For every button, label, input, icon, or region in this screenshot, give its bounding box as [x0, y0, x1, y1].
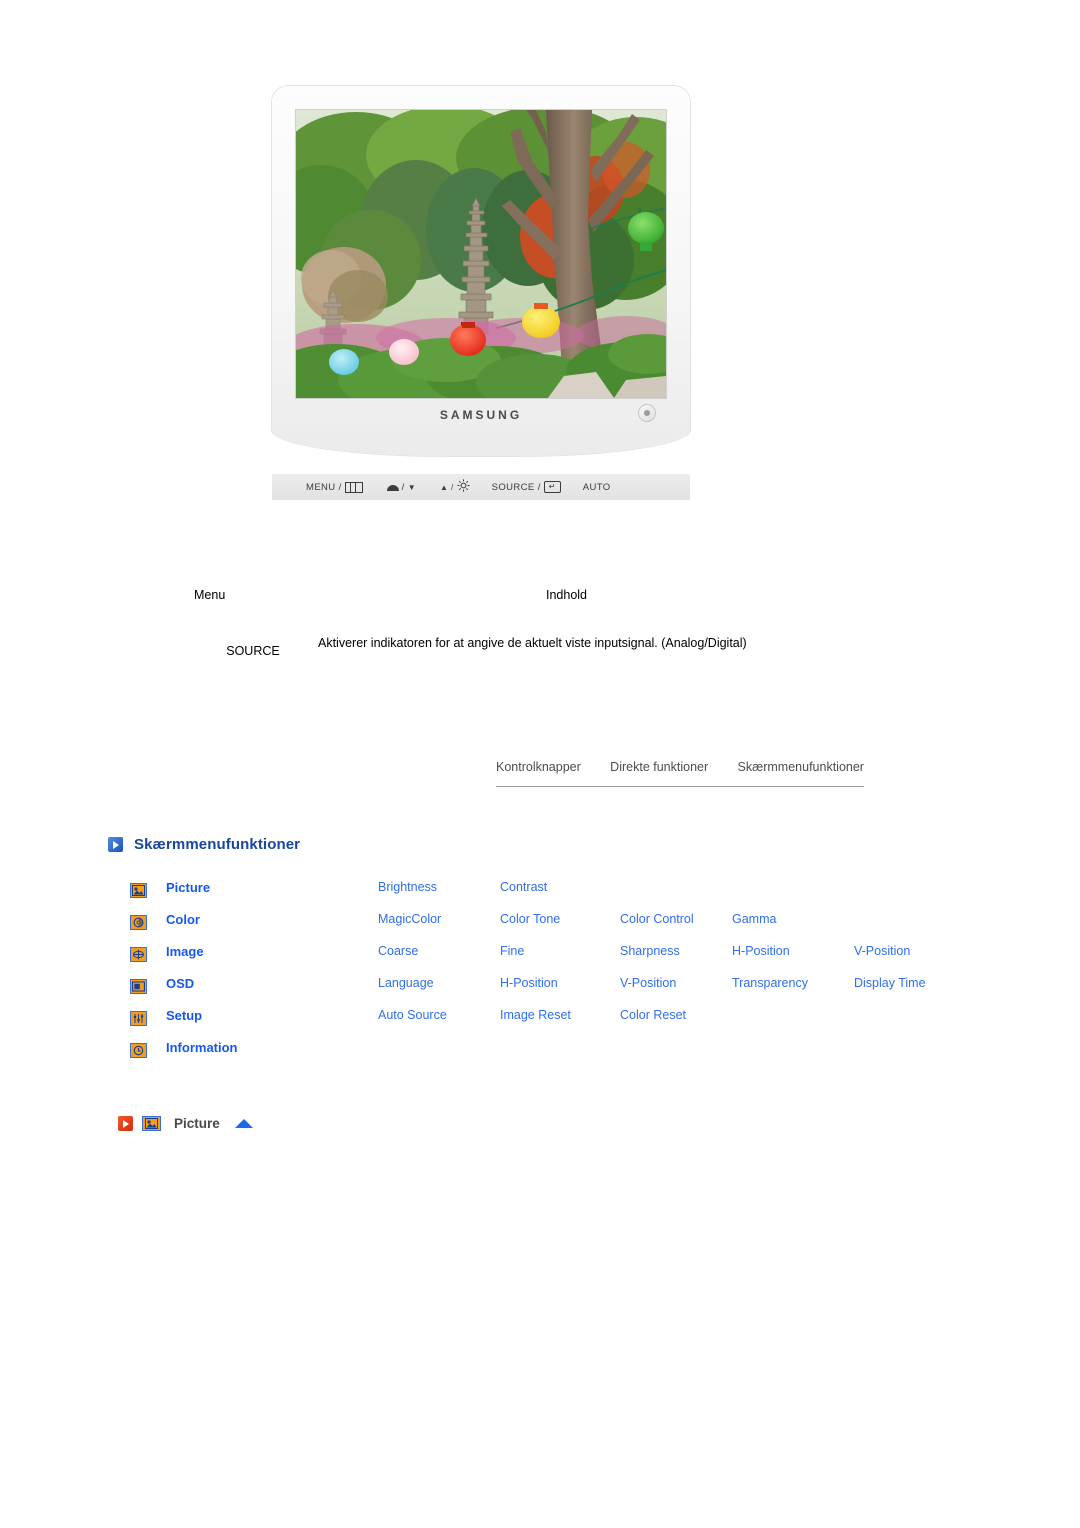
information-icon: [130, 1043, 147, 1058]
menu-item-contrast[interactable]: Contrast: [500, 880, 547, 894]
menu-item-brightness[interactable]: Brightness: [378, 880, 437, 894]
osd-menu-map: Picture Brightness Contrast Color MagicC…: [130, 880, 926, 1072]
source-button-label: SOURCE /: [491, 481, 541, 493]
play-square-icon: [108, 837, 123, 852]
menu-item-sharpness[interactable]: Sharpness: [620, 944, 680, 958]
down-arrow-icon: ▼: [407, 482, 417, 492]
page-title: Skærmmenufunktioner: [134, 836, 301, 853]
table-cell-menu: SOURCE: [226, 644, 280, 658]
monitor-body: SAMSUNG: [272, 86, 690, 456]
picture-subsection-label: Picture: [174, 1116, 220, 1131]
osd-icon: [130, 979, 147, 994]
menu-item-display-time[interactable]: Display Time: [854, 976, 926, 990]
lantern-pink: [389, 339, 419, 365]
menu-button-key[interactable]: MENU /: [306, 481, 363, 493]
tab-skaermmenufunktioner[interactable]: Skærmmenufunktioner: [738, 760, 864, 774]
menu-grid-icon: [344, 481, 363, 493]
menu-name-information[interactable]: Information: [166, 1040, 238, 1055]
image-icon: [130, 947, 147, 962]
menu-item-h-position[interactable]: H-Position: [732, 944, 790, 958]
play-square-red-icon: [118, 1116, 133, 1131]
menu-row-information: Information: [130, 1040, 890, 1072]
picture-subsection-heading: Picture: [118, 1116, 253, 1131]
slash-separator: /: [401, 481, 405, 493]
brightness-up-key[interactable]: ▲ /: [440, 479, 470, 495]
picture-icon: [142, 1116, 161, 1131]
contrast-down-key[interactable]: / ▼: [386, 481, 417, 493]
menu-item-osd-v-position[interactable]: V-Position: [620, 976, 676, 990]
auto-button-key[interactable]: AUTO: [583, 482, 611, 493]
table-header-menu: Menu: [194, 588, 226, 602]
menu-item-osd-h-position[interactable]: H-Position: [500, 976, 558, 990]
section-tab-bar: Kontrolknapper Direkte funktioner Skærmm…: [496, 760, 864, 780]
menu-name-color[interactable]: Color: [166, 912, 200, 927]
menu-item-auto-source[interactable]: Auto Source: [378, 1008, 447, 1022]
menu-item-v-position[interactable]: V-Position: [854, 944, 910, 958]
menu-name-osd[interactable]: OSD: [166, 976, 194, 991]
scroll-up-arrow-icon[interactable]: [234, 1119, 253, 1128]
menu-item-language[interactable]: Language: [378, 976, 434, 990]
menu-row-image: Image Coarse Fine Sharpness H-Position V…: [130, 944, 910, 976]
table-cell-content: Aktiverer indikatoren for at angive de a…: [318, 636, 747, 650]
table-header-row: Menu Indhold: [178, 588, 878, 616]
tab-bar-divider: [496, 786, 864, 787]
menu-row-color: Color MagicColor Color Tone Color Contro…: [130, 912, 890, 944]
menu-item-coarse[interactable]: Coarse: [378, 944, 418, 958]
source-button-key[interactable]: SOURCE / ↵: [492, 481, 561, 493]
menu-row-setup: Setup Auto Source Image Reset Color Rese…: [130, 1008, 890, 1040]
monitor-illustration: SAMSUNG: [272, 86, 690, 456]
enter-key-icon: ↵: [543, 481, 561, 493]
menu-description-table: Menu Indhold SOURCE Aktiverer indikatore…: [178, 588, 878, 674]
menu-item-image-reset[interactable]: Image Reset: [500, 1008, 571, 1022]
menu-item-color-control[interactable]: Color Control: [620, 912, 694, 926]
menu-item-gamma[interactable]: Gamma: [732, 912, 776, 926]
brightness-sun-icon: [457, 479, 470, 495]
menu-name-picture[interactable]: Picture: [166, 880, 210, 895]
auto-button-label: AUTO: [582, 481, 611, 493]
samsung-logo: SAMSUNG: [439, 408, 523, 422]
menu-item-magiccolor[interactable]: MagicColor: [378, 912, 441, 926]
menu-row-picture: Picture Brightness Contrast: [130, 880, 890, 912]
lantern-blue: [329, 349, 359, 375]
menu-item-transparency[interactable]: Transparency: [732, 976, 808, 990]
table-row: SOURCE Aktiverer indikatoren for at angi…: [178, 634, 878, 674]
monitor-control-button-bar: MENU / / ▼ ▲ / SOURCE / ↵ AUTO: [272, 474, 690, 500]
section-heading: Skærmmenufunktioner: [108, 836, 300, 853]
menu-row-osd: OSD Language H-Position V-Position Trans…: [130, 976, 926, 1008]
color-wheel-icon: [130, 915, 147, 930]
contrast-icon: [386, 483, 399, 491]
tab-kontrolknapper[interactable]: Kontrolknapper: [496, 760, 581, 774]
up-arrow-icon: ▲ /: [440, 482, 454, 492]
menu-item-color-reset[interactable]: Color Reset: [620, 1008, 686, 1022]
menu-name-image[interactable]: Image: [166, 944, 204, 959]
monitor-screen: [296, 110, 666, 398]
picture-icon: [130, 883, 147, 898]
menu-name-setup[interactable]: Setup: [166, 1008, 202, 1023]
menu-item-fine[interactable]: Fine: [500, 944, 524, 958]
tab-direkte-funktioner[interactable]: Direkte funktioner: [610, 760, 708, 774]
power-button-icon[interactable]: [638, 404, 656, 422]
menu-button-label: MENU /: [306, 481, 342, 493]
garden-scene-image: [296, 110, 666, 398]
table-header-content: Indhold: [546, 588, 588, 602]
setup-icon: [130, 1011, 147, 1026]
menu-item-color-tone[interactable]: Color Tone: [500, 912, 560, 926]
